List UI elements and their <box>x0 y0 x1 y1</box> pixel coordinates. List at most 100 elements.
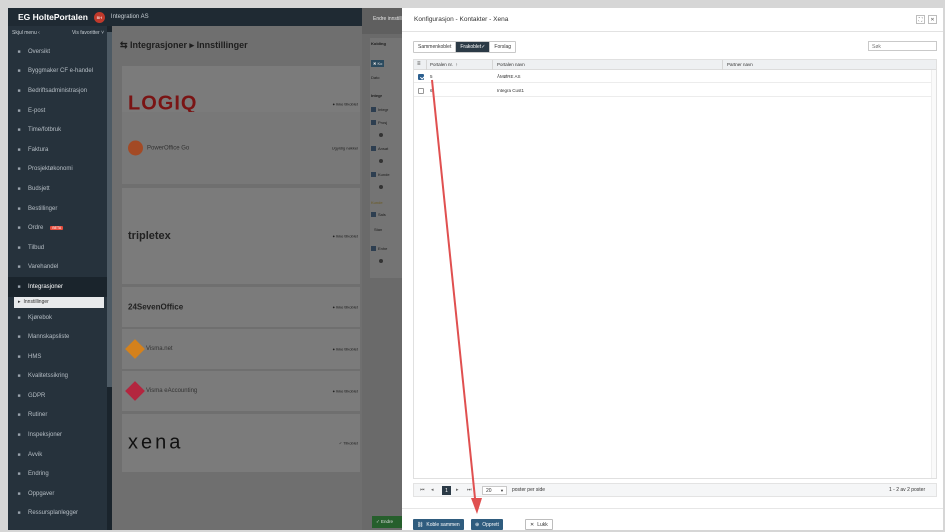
sidebar-item-e-post[interactable]: ■ E-post <box>8 101 112 121</box>
settings-label: Kunde <box>378 172 390 177</box>
grid-scrollbar[interactable] <box>931 70 936 478</box>
book-icon: ■ <box>17 412 21 419</box>
sidebar-subitem-settings[interactable]: ▸ Innstillinger <box>14 296 104 308</box>
integration-card-vismanet[interactable]: Visma.net ● Ikke tilkoblet <box>122 329 360 369</box>
link-button[interactable]: ⛓ Koble sammen <box>413 519 464 530</box>
integration-card-24sevenoffice[interactable]: 24SevenOffice ● Ikke tilkoblet <box>122 287 360 327</box>
settings-checkbox[interactable] <box>371 212 376 217</box>
first-page-button[interactable]: ⏮ <box>420 487 425 493</box>
home-icon: ■ <box>17 48 21 55</box>
gear-icon[interactable] <box>379 159 383 163</box>
tenant-avatar[interactable]: BH <box>93 11 105 23</box>
sidebar-item-label: Faktura <box>28 146 49 153</box>
settings-checkbox[interactable] <box>371 172 376 177</box>
integration-status: ● Ikke tilkoblet <box>332 388 358 394</box>
integration-card-tripletex[interactable]: tripletex ● Ikke tilkoblet <box>122 188 360 284</box>
sidebar-item-label: Endring <box>28 471 49 478</box>
save-settings-button[interactable]: ✓ Endre <box>372 516 402 528</box>
sidebar-item-bestillinger[interactable]: ■ Bestillinger <box>8 199 112 219</box>
sidebar-item-label: GDPR <box>28 392 46 399</box>
sidebar-item-byggmaker-cf-e-handel[interactable]: ■ Byggmaker CF e-handel <box>8 62 112 82</box>
settings-checkbox[interactable] <box>371 107 376 112</box>
sidebar-item-oppgaver[interactable]: ■ Oppgaver <box>8 484 112 504</box>
integration-card-poweroffice[interactable]: PowerOffice Go Ugyldig nøkkel <box>122 112 360 184</box>
sidebar-item-label: Kvalitetssikring <box>28 373 69 380</box>
filter-connected[interactable]: Sammenkoblet <box>414 42 457 52</box>
table-row[interactable]: 5 ÅMØRE AS <box>414 70 936 83</box>
gear-icon[interactable] <box>379 133 383 137</box>
collapse-menu-button[interactable]: Skjul menu ‹ <box>12 30 40 36</box>
sidebar-item-inspeksjoner[interactable]: ■ Inspeksjoner <box>8 425 112 445</box>
per-page-label: poster per side <box>512 487 546 493</box>
row-checkbox[interactable] <box>418 74 424 80</box>
sidebar-item-mannskapsliste[interactable]: ■ Mannskapsliste <box>8 327 112 347</box>
beta-badge: BETA <box>50 226 64 231</box>
sidebar-item-gdpr[interactable]: ■ GDPR <box>8 386 112 406</box>
create-button[interactable]: ⊕ Opprett <box>471 519 503 530</box>
sidebar-item-label: E-post <box>28 107 46 114</box>
sidebar-item-oversikt[interactable]: ■ Oversikt <box>8 42 112 62</box>
integration-card-xena[interactable]: xena ✓ Tilkoblet <box>122 414 360 472</box>
contacts-grid: ≡ Portalen nr. ↑ Portalen navn Partner n… <box>413 59 937 479</box>
search-input[interactable]: Søk <box>868 41 937 51</box>
chevron-right-icon: ▸ <box>18 299 21 306</box>
settings-checkbox[interactable] <box>371 120 376 125</box>
sidebar-item-label: Oppgaver <box>28 490 55 497</box>
column-menu-icon[interactable]: ≡ <box>417 61 421 67</box>
current-page[interactable]: 1 <box>442 486 451 495</box>
filter-disconnected[interactable]: Frakoblet✓ <box>456 42 491 52</box>
car-icon: ■ <box>17 314 21 321</box>
close-icon[interactable]: ✕ <box>928 15 937 24</box>
page-size-select[interactable]: 20 ▼ <box>482 486 507 495</box>
sidebar-item-faktura[interactable]: ■ Faktura <box>8 140 112 160</box>
sidebar-item-avvik[interactable]: ■ Avvik <box>8 445 112 465</box>
sidebar-item-rutiner[interactable]: ■ Rutiner <box>8 406 112 426</box>
sidebar-item-budsjett[interactable]: ■ Budsjett <box>8 179 112 199</box>
sidebar-item-time-fotbruk[interactable]: ■ Time/fotbruk <box>8 120 112 140</box>
settings-checkbox[interactable] <box>371 246 376 251</box>
sidebar-item-prosjekt-konomi[interactable]: ■ Prosjektøkonomi <box>8 160 112 180</box>
settings-panel-header: Endre innstillinger <box>362 8 402 34</box>
sidebar-item-varehandel[interactable]: ■ Varehandel <box>8 258 112 278</box>
sidebar-item-kvalitetssikring[interactable]: ■ Kvalitetssikring <box>8 367 112 387</box>
close-button[interactable]: ✕ Lukk <box>525 519 553 530</box>
sidebar-item-ordre[interactable]: ■ Ordre BETA <box>8 218 112 238</box>
column-partner-name[interactable]: Partner navn <box>727 62 753 67</box>
settings-panel: Endre innstillinger Kobling ✖ Ko Dato In… <box>362 8 402 530</box>
xena-logo: xena <box>128 431 184 454</box>
settings-label: Integr <box>378 107 389 112</box>
sidebar-item-label: Time/fotbruk <box>28 127 62 134</box>
gear-icon[interactable] <box>379 185 383 189</box>
vismanet-icon <box>125 339 145 359</box>
people-icon: ■ <box>17 334 21 341</box>
settings-checkbox[interactable] <box>371 146 376 151</box>
app-logo[interactable]: EG HoltePortalen <box>18 12 88 22</box>
prev-page-button[interactable]: ◂ <box>431 487 434 493</box>
next-page-button[interactable]: ▸ <box>456 487 459 493</box>
column-portal-nr[interactable]: Portalen nr. ↑ <box>430 62 458 67</box>
row-checkbox[interactable] <box>418 88 424 94</box>
show-favorites-button[interactable]: Vis favoritter ˅ <box>72 30 104 36</box>
sidebar-item-ressursplanlegger[interactable]: ■ Ressursplanlegger <box>8 504 112 524</box>
sidebar-item-integrasjoner[interactable]: ■ Integrasjoner <box>8 277 112 297</box>
tenant-name[interactable]: Integration AS <box>111 14 149 20</box>
sidebar-item-tilbud[interactable]: ■ Tilbud <box>8 238 112 258</box>
table-cell-name: ÅMØRE AS <box>497 74 521 79</box>
maximize-icon[interactable]: ⛶ <box>916 15 925 24</box>
last-page-button[interactable]: ⏭ <box>467 487 472 493</box>
gear-icon[interactable] <box>379 259 383 263</box>
close-icon: ✕ <box>530 521 535 528</box>
filter-suggestions[interactable]: Forslag <box>490 42 515 52</box>
integration-card-visma-eaccounting[interactable]: Visma eAccounting ● Ikke tilkoblet <box>122 371 360 411</box>
check-icon: ■ <box>17 373 21 380</box>
column-divider <box>722 60 723 70</box>
sidebar-item-bedriftsadministrasjon[interactable]: ■ Bedriftsadministrasjon <box>8 81 112 101</box>
sidebar-item-endring[interactable]: ■ Endring <box>8 464 112 484</box>
sidebar-item-hms[interactable]: ■ HMS <box>8 347 112 367</box>
table-row[interactable]: 6 Integra Cust1 <box>414 84 936 97</box>
sidebar-item-label: Mannskapsliste <box>28 334 70 341</box>
sidebar-item-kj-rebok[interactable]: ■ Kjørebok <box>8 308 112 328</box>
column-portal-name[interactable]: Portalen navn <box>497 62 525 67</box>
settings-button[interactable]: ✖ Ko <box>371 60 385 67</box>
pager: ⏮ ◂ 1 ▸ ⏭ 20 ▼ poster per side 1 - 2 av 2… <box>413 483 937 497</box>
